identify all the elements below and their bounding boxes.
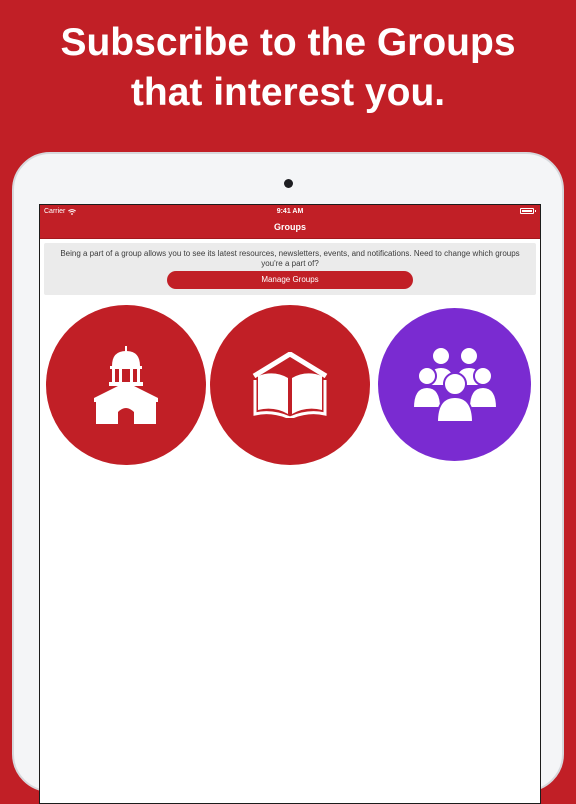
tablet-device-frame: Carrier 9:41 AM Groups Being a part of a… (12, 152, 564, 804)
open-book-icon (252, 352, 328, 418)
group-tile-community[interactable] (378, 308, 531, 461)
people-group-icon (412, 345, 497, 424)
promo-headline-line-1: Subscribe to the Groups (60, 21, 516, 64)
group-tile-government[interactable] (46, 305, 206, 465)
front-camera (284, 179, 293, 188)
capitol-building-icon (94, 346, 158, 424)
groups-info-panel: Being a part of a group allows you to se… (44, 243, 536, 295)
app-screen: Carrier 9:41 AM Groups Being a part of a… (39, 204, 541, 804)
navigation-bar: Groups (40, 219, 540, 239)
groups-info-text: Being a part of a group allows you to se… (60, 249, 520, 268)
battery-icon (520, 208, 536, 214)
promo-headline-line-2: that interest you. (130, 71, 446, 114)
group-tile-education[interactable] (210, 305, 370, 465)
status-time: 9:41 AM (276, 208, 304, 215)
battery-level (522, 210, 532, 212)
promo-headline: Subscribe to the Groups that interest yo… (0, 18, 576, 118)
nav-title: Groups (273, 222, 306, 232)
status-bar: Carrier 9:41 AM (40, 205, 540, 219)
manage-groups-button[interactable]: Manage Groups (167, 271, 413, 289)
